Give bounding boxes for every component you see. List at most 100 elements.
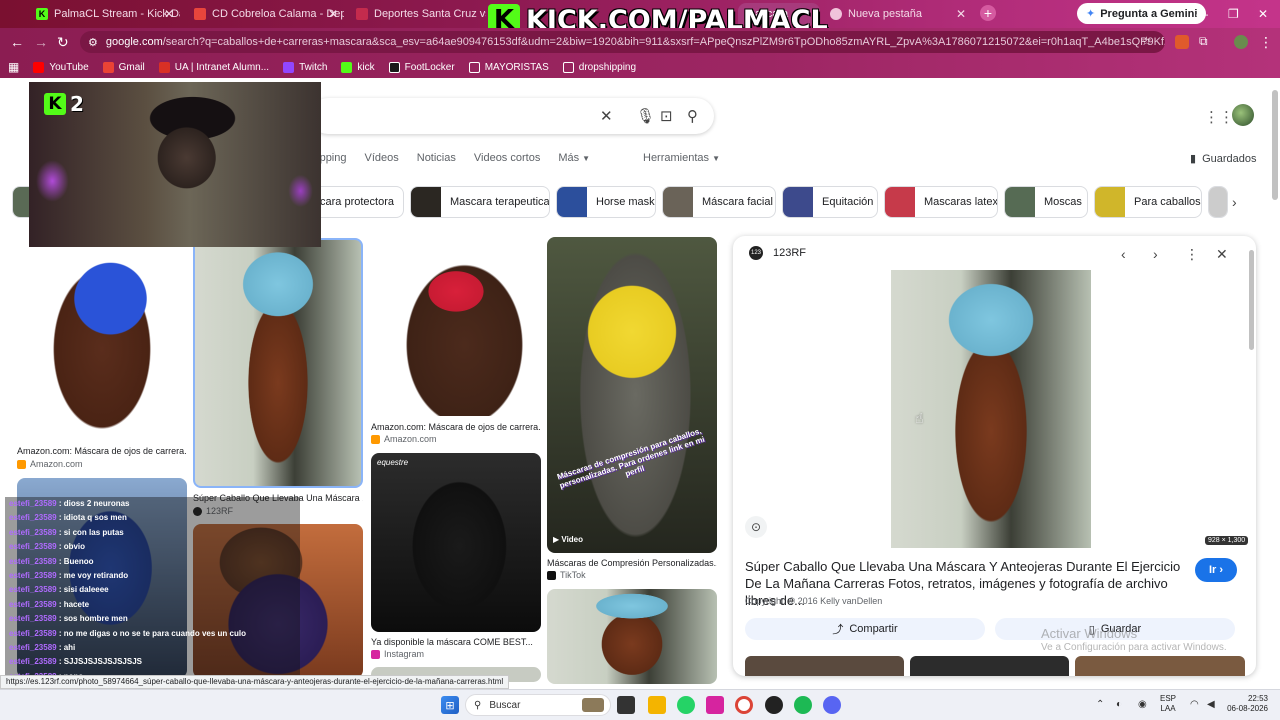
task-view-icon[interactable]	[617, 696, 635, 714]
tab-videos[interactable]: Vídeos	[365, 152, 399, 164]
tab-videos-cortos[interactable]: Videos cortos	[474, 152, 540, 164]
clear-search-icon[interactable]: ✕	[600, 107, 613, 125]
tools-dropdown[interactable]: Herramientas ▼	[643, 152, 720, 164]
chat-username[interactable]: estefi_23589	[9, 585, 57, 594]
bookmark-twitch[interactable]: Twitch	[283, 61, 327, 73]
chevron-left-icon[interactable]: ‹	[1121, 246, 1126, 262]
minimize-icon[interactable]: —	[1196, 7, 1208, 21]
chip-mascaras-latex[interactable]: Mascaras latex	[884, 186, 998, 218]
chip-equitacion[interactable]: Equitación	[782, 186, 878, 218]
chevron-up-icon[interactable]: ⌃	[1096, 699, 1104, 710]
taskbar-search[interactable]: ⚲ Buscar	[465, 694, 611, 716]
chat-username[interactable]: estefi_23589	[9, 643, 57, 652]
google-lens-icon[interactable]: ⊡	[660, 107, 673, 125]
related-image[interactable]	[745, 656, 904, 676]
apps-grid-icon[interactable]: ▦	[8, 60, 19, 74]
chat-username[interactable]: estefi_23589	[9, 600, 57, 609]
preview-source[interactable]: 123 123RF	[749, 246, 806, 260]
new-tab-button[interactable]: +	[980, 5, 996, 21]
chat-username[interactable]: estefi_23589	[9, 557, 57, 566]
gemini-button[interactable]: ✦ Pregunta a Gemini	[1077, 3, 1207, 24]
bookmark-kick[interactable]: kick	[341, 61, 375, 73]
bookmark-folder-mayoristas[interactable]: MAYORISTAS	[468, 61, 549, 73]
result-source[interactable]: Amazon.com	[17, 459, 83, 469]
chip-mascara-terapeutica[interactable]: Mascara terapeutica	[410, 186, 550, 218]
result-image-blue-mask[interactable]	[17, 238, 187, 440]
tab-santa-cruz[interactable]: Deportes Santa Cruz vs Puerto	[348, 3, 486, 25]
address-bar[interactable]: ⚙ google.com/search?q=caballos+de+carrer…	[80, 31, 1165, 53]
discord-icon[interactable]	[823, 696, 841, 714]
page-scrollbar[interactable]	[1272, 90, 1278, 200]
back-arrow-icon[interactable]: ←	[10, 34, 24, 50]
reload-icon[interactable]: ↻	[57, 34, 69, 51]
file-explorer-icon[interactable]	[648, 696, 666, 714]
result-caption[interactable]: Amazon.com: Máscara de ojos de carrera..…	[371, 422, 541, 432]
close-tab-icon[interactable]: ✕	[328, 7, 338, 21]
location-icon[interactable]: ◉	[1138, 699, 1147, 710]
chevron-right-icon[interactable]: ›	[1232, 194, 1237, 210]
instagram-icon[interactable]	[706, 696, 724, 714]
bookmark-youtube[interactable]: YouTube	[33, 61, 89, 73]
spotify-icon[interactable]	[794, 696, 812, 714]
bookmark-gmail[interactable]: Gmail	[102, 61, 145, 73]
forward-arrow-icon[interactable]: →	[34, 34, 48, 50]
close-tab-icon[interactable]: ✕	[956, 7, 966, 21]
input-language[interactable]: ESP LAA	[1160, 694, 1176, 714]
bookmark-ua-intranet[interactable]: UA | Intranet Alumn...	[158, 61, 269, 73]
tray-app-icon[interactable]: ◐	[1116, 699, 1122, 710]
profile-avatar-icon[interactable]	[1234, 35, 1248, 49]
result-source[interactable]: Instagram	[371, 649, 424, 659]
panel-scrollbar[interactable]	[1249, 250, 1254, 350]
chat-username[interactable]: estefi_23589	[9, 571, 57, 580]
chip-horse-mask[interactable]: Horse mask	[556, 186, 656, 218]
microphone-icon[interactable]: 🎙	[636, 107, 655, 125]
chip-mascara-facial[interactable]: Máscara facial	[662, 186, 776, 218]
result-image-red-mask[interactable]	[371, 238, 541, 416]
chat-username[interactable]: estefi_23589	[9, 629, 57, 638]
site-info-icon[interactable]: ⚙	[88, 36, 98, 49]
result-caption[interactable]: Máscaras de Compresión Personalizadas...	[547, 558, 717, 568]
result-image-main-duplicate[interactable]	[547, 589, 717, 684]
preview-image[interactable]	[891, 270, 1091, 548]
tab-cobreloa[interactable]: CD Cobreloa Calama - Deporte ✕	[186, 3, 344, 25]
account-avatar[interactable]	[1232, 104, 1254, 126]
tab-kick-dashboard[interactable]: K PalmaCL Stream - Kick Dashbo ✕	[28, 3, 180, 25]
windows-start-icon[interactable]: ⊞	[441, 696, 459, 714]
result-image-selected[interactable]	[193, 238, 363, 488]
result-caption[interactable]: Amazon.com: Máscara de ojos de carrera..…	[17, 446, 187, 456]
chat-username[interactable]: estefi_23589	[9, 499, 57, 508]
visit-button[interactable]: Ir ›	[1195, 558, 1238, 582]
close-icon[interactable]: ✕	[1216, 246, 1228, 263]
chat-username[interactable]: estefi_23589	[9, 657, 57, 666]
result-source[interactable]: TikTok	[547, 570, 586, 580]
share-button[interactable]: ⤴ Compartir	[745, 618, 985, 640]
result-source[interactable]: Amazon.com	[371, 434, 437, 444]
google-search-box[interactable]: ✕ 🎙 ⊡ ⚲	[310, 98, 714, 134]
chip-moscas[interactable]: Moscas	[1004, 186, 1088, 218]
restore-icon[interactable]: ❐	[1228, 7, 1239, 21]
chip-para-caballos[interactable]: Para caballos	[1094, 186, 1202, 218]
chat-username[interactable]: estefi_23589	[9, 528, 57, 537]
related-image[interactable]	[910, 656, 1069, 676]
saved-button[interactable]: ▮ Guardados	[1190, 152, 1257, 166]
bookmark-folder-dropshipping[interactable]: dropshipping	[562, 61, 636, 73]
menu-kebab-icon[interactable]: ⋮	[1259, 34, 1273, 51]
extension-icon[interactable]	[1175, 35, 1189, 49]
search-icon[interactable]: ⚲	[687, 107, 698, 125]
chip-more[interactable]	[1208, 186, 1228, 218]
volume-icon[interactable]: ◀	[1207, 699, 1215, 710]
result-image-black-mask[interactable]: equestre	[371, 453, 541, 632]
chat-username[interactable]: estefi_23589	[9, 542, 57, 551]
system-clock[interactable]: 22:53 06-08-2026	[1224, 694, 1268, 714]
bookmark-star-icon[interactable]: ☆	[1141, 34, 1152, 48]
wifi-icon[interactable]: ◠	[1190, 699, 1199, 710]
google-lens-icon[interactable]: ⊙	[745, 516, 767, 538]
tab-more[interactable]: Más ▼	[558, 152, 590, 164]
related-image[interactable]	[1075, 656, 1245, 676]
tab-new[interactable]: Nueva pestaña ✕	[822, 3, 972, 25]
bookmark-footlocker[interactable]: FootLocker	[388, 61, 455, 73]
close-window-icon[interactable]: ✕	[1258, 7, 1268, 21]
chat-username[interactable]: estefi_23589	[9, 513, 57, 522]
obs-icon[interactable]	[765, 696, 783, 714]
result-image-yellow-mask[interactable]: Máscaras de compresión para caballos, pe…	[547, 237, 717, 553]
